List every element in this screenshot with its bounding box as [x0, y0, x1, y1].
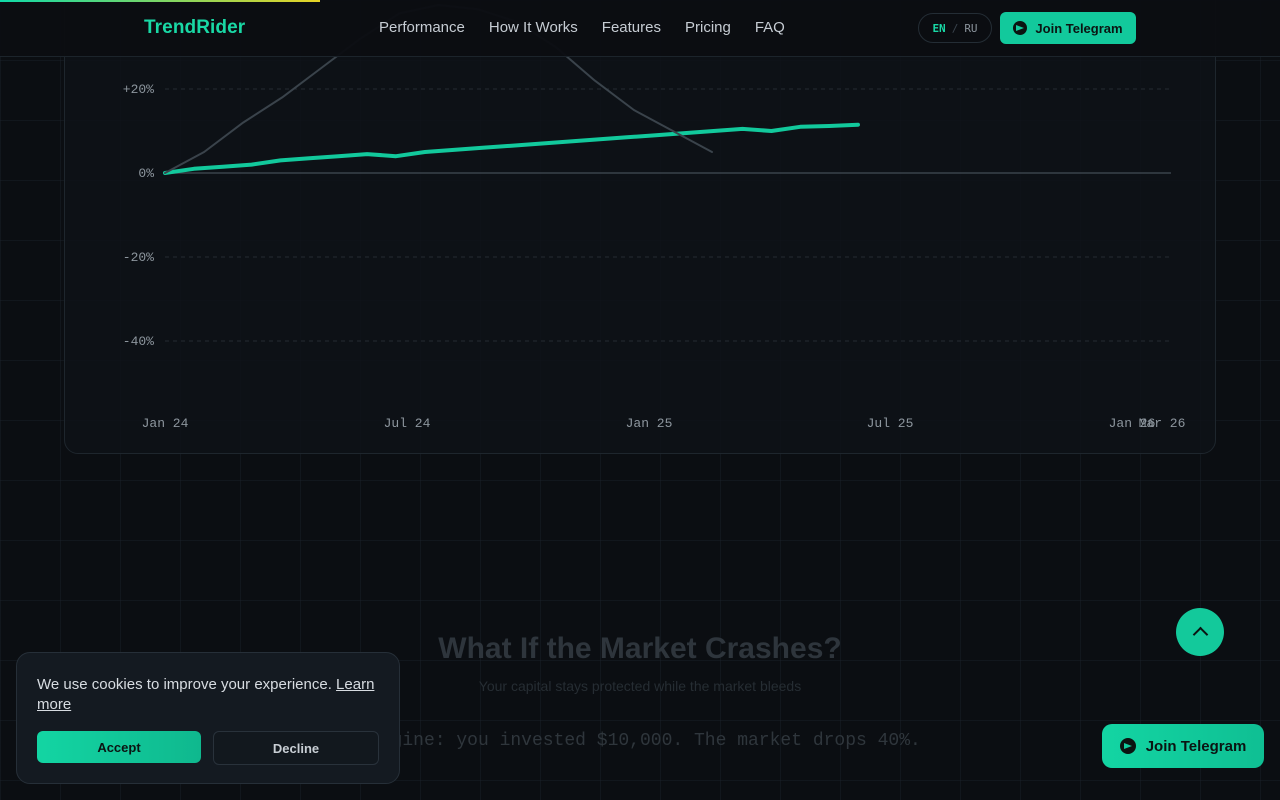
- nav-link-features[interactable]: Features: [602, 19, 661, 36]
- chart-y-tick-label: -20%: [123, 250, 154, 265]
- chevron-up-icon: [1192, 626, 1208, 643]
- performance-chart: +20%0%-20%-40%Jan 24 Jul 24 Jan 25 Jul 25 Ja…: [123, 4, 1186, 431]
- chart-x-tick-label: Jul 24: [384, 416, 431, 431]
- chart-x-tick-label: Jan 25: [626, 416, 673, 431]
- cookie-buttons: Accept Decline: [37, 731, 379, 765]
- lang-separator: /: [951, 21, 959, 35]
- floating-telegram-label: Join Telegram: [1145, 737, 1247, 755]
- chart-y-tick-label: -40%: [123, 334, 154, 349]
- logo[interactable]: TrendRider: [144, 17, 245, 39]
- chart-x-tick-label: Jan 24: [142, 416, 189, 431]
- cookie-text: We use cookies to improve your experienc…: [37, 676, 332, 693]
- site-header: TrendRider Performance How It Works Feat…: [0, 0, 1280, 57]
- cookie-banner: We use cookies to improve your experienc…: [16, 652, 400, 784]
- cookie-decline-button[interactable]: Decline: [213, 731, 379, 765]
- nav-link-pricing[interactable]: Pricing: [685, 19, 731, 36]
- chart-y-tick-label: 0%: [138, 166, 154, 181]
- scroll-to-top-button[interactable]: [1176, 608, 1224, 656]
- lang-en-option[interactable]: EN: [932, 22, 945, 35]
- telegram-icon: [1013, 21, 1028, 35]
- performance-chart-card: +20% 0% -20% -40% Jan 24 Jul 24 Jan 25 Jul 25 Ja…: [64, 0, 1216, 454]
- chart-x-tick-label: Mar 26: [1139, 416, 1186, 431]
- cookie-message: We use cookies to improve your experienc…: [37, 675, 379, 715]
- scroll-progress-fill: [0, 0, 320, 2]
- chart-y-tick-label: +20%: [123, 82, 154, 97]
- floating-telegram-button[interactable]: Join Telegram: [1102, 724, 1264, 768]
- chart-series-strategy-line: [163, 122, 860, 175]
- nav-link-how-it-works[interactable]: How It Works: [489, 19, 578, 36]
- nav-link-performance[interactable]: Performance: [379, 19, 465, 36]
- chart-x-tick-label: Jul 25: [867, 416, 914, 431]
- main-nav: Performance How It Works Features Pricin…: [379, 19, 785, 36]
- lang-ru-option[interactable]: RU: [964, 22, 977, 35]
- telegram-icon: [1119, 738, 1136, 754]
- language-switcher: EN / RU: [918, 13, 992, 43]
- nav-link-faq[interactable]: FAQ: [755, 19, 785, 36]
- header-telegram-label: Join Telegram: [1035, 20, 1123, 36]
- cookie-accept-button[interactable]: Accept: [37, 731, 201, 763]
- scroll-progress-bar: [0, 0, 1280, 2]
- header-telegram-button[interactable]: Join Telegram: [1000, 12, 1136, 44]
